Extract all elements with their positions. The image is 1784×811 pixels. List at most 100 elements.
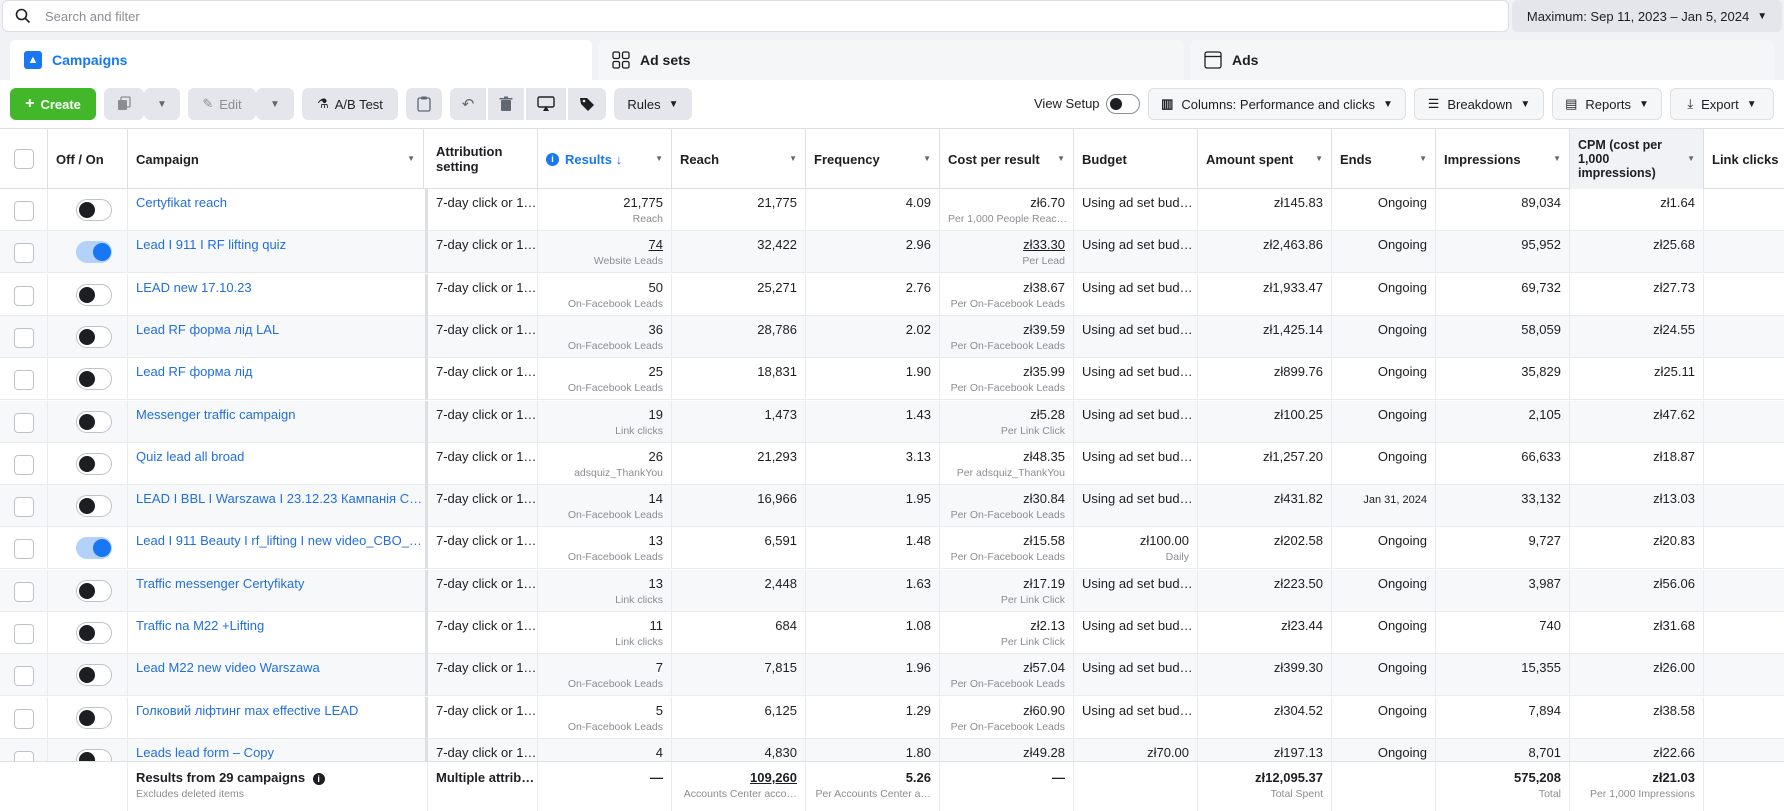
table-row[interactable]: Голковий ліфтинг max effective LEAD 7-day… <box>0 696 1784 739</box>
table-row[interactable]: Messenger traffic campaign 7-day click or… <box>0 400 1784 443</box>
budget-value: Using ad set bud… <box>1082 237 1193 253</box>
col-label: Frequency <box>814 151 880 167</box>
budget-cell: Using ad set bud… <box>1074 569 1198 612</box>
table-row[interactable]: Lead M22 new video Warszawa 7-day click o… <box>0 654 1784 697</box>
col-attribution[interactable]: Attribution setting <box>428 129 538 189</box>
campaign-name-link[interactable]: Messenger traffic campaign <box>136 407 295 422</box>
col-budget[interactable]: Budget <box>1074 129 1198 189</box>
campaign-toggle[interactable] <box>76 495 112 518</box>
row-checkbox[interactable] <box>14 243 34 264</box>
row-checkbox[interactable] <box>14 454 34 475</box>
reports-button[interactable]: ▤ Reports ▼ <box>1552 88 1662 120</box>
edit-dropdown-button[interactable]: ▼ <box>256 88 294 120</box>
ends-value: Ongoing <box>1377 237 1427 253</box>
col-amount-spent[interactable]: Amount spent ▼ <box>1198 129 1332 189</box>
edit-button[interactable]: ✎ Edit <box>188 88 256 120</box>
spent-value: zł202.58 <box>1273 533 1323 549</box>
row-checkbox[interactable] <box>14 539 34 560</box>
campaign-name-link[interactable]: Lead I 911 I RF lifting quiz <box>136 237 286 252</box>
duplicate-dropdown-button[interactable]: ▼ <box>144 88 180 120</box>
campaign-toggle[interactable] <box>76 706 112 729</box>
campaign-toggle[interactable] <box>76 664 112 687</box>
campaign-toggle[interactable] <box>76 622 112 644</box>
row-checkbox[interactable] <box>14 497 34 518</box>
col-frequency[interactable]: Frequency ▼ <box>806 129 940 189</box>
campaign-toggle[interactable] <box>76 283 112 306</box>
col-cost-per-result[interactable]: Cost per result ▼ <box>940 129 1074 189</box>
undo-button[interactable]: ↶ <box>450 88 486 120</box>
row-checkbox[interactable] <box>14 412 34 433</box>
select-all-checkbox[interactable] <box>14 149 34 169</box>
spent-cell: zł2,463.86 <box>1198 231 1332 274</box>
campaign-toggle[interactable] <box>76 410 112 433</box>
row-checkbox[interactable] <box>14 708 34 729</box>
row-checkbox[interactable] <box>14 624 34 644</box>
tag-button[interactable] <box>568 88 606 120</box>
campaign-name-link[interactable]: Lead RF форма лід <box>136 364 252 379</box>
table-row[interactable]: Lead RF форма лід 7-day click or 1… 25 On-F… <box>0 358 1784 401</box>
campaign-toggle[interactable] <box>76 537 112 560</box>
col-off-on[interactable]: Off / On <box>48 129 128 189</box>
campaign-name-link[interactable]: LEAD new 17.10.23 <box>136 280 252 295</box>
campaign-toggle[interactable] <box>76 452 112 475</box>
col-cpm[interactable]: CPM (cost per 1,000 impressions) ▼ <box>1570 129 1704 189</box>
table-row[interactable]: Lead I 911 I RF lifting quiz 7-day click … <box>0 231 1784 274</box>
budget-cell: Using ad set bud… <box>1074 696 1198 739</box>
table-row[interactable]: Lead I 911 Beauty I rf_lifting I new vid… <box>0 527 1784 570</box>
campaign-name-link[interactable]: Certyfikat reach <box>136 195 227 210</box>
cpr-value: zł60.90 <box>1023 702 1065 718</box>
preview-button[interactable] <box>526 88 566 120</box>
campaign-name-link[interactable]: Leads lead form – Copy <box>136 745 274 760</box>
row-checkbox[interactable] <box>14 370 34 391</box>
campaign-toggle[interactable] <box>76 325 112 348</box>
row-checkbox[interactable] <box>14 666 34 687</box>
campaign-name-link[interactable]: Traffic messenger Certyfikaty <box>136 576 304 591</box>
delete-button[interactable] <box>488 88 524 120</box>
row-checkbox[interactable] <box>14 327 34 348</box>
col-ends[interactable]: Ends ▼ <box>1332 129 1436 189</box>
ends-cell: Ongoing <box>1332 315 1436 358</box>
create-button[interactable]: + Create <box>10 88 96 120</box>
campaign-name-link[interactable]: Quiz lead all broad <box>136 449 244 464</box>
view-setup-toggle[interactable] <box>1106 94 1140 114</box>
table-row[interactable]: Quiz lead all broad 7-day click or 1… 26 ad… <box>0 442 1784 485</box>
campaign-name-link[interactable]: Lead I 911 Beauty I rf_lifting I new vid… <box>136 533 422 548</box>
campaign-toggle[interactable] <box>76 199 112 221</box>
campaign-name-link[interactable]: LEAD I BBL I Warszawa I 23.12.23 Кампані… <box>136 491 422 506</box>
campaign-toggle[interactable] <box>76 368 112 391</box>
breakdown-button[interactable]: ☰ Breakdown ▼ <box>1414 88 1544 120</box>
col-results[interactable]: i Results ↓ ▼ <box>538 129 672 189</box>
campaign-name-link[interactable]: Traffic na M22 +Lifting <box>136 618 264 633</box>
columns-button[interactable]: ▥ Columns: Performance and clicks ▼ <box>1148 88 1406 120</box>
tab-ads[interactable]: Ads <box>1190 40 1774 80</box>
campaign-name-link[interactable]: Lead M22 new video Warszawa <box>136 660 320 675</box>
row-checkbox[interactable] <box>14 285 34 306</box>
table-row[interactable]: Traffic messenger Certyfikaty 7-day click… <box>0 569 1784 612</box>
col-campaign[interactable]: Campaign ▼ <box>128 129 424 189</box>
link-clicks-cell <box>1704 654 1784 696</box>
search-input[interactable]: Search and filter <box>2 0 1509 32</box>
ab-test-button[interactable]: ⚗ A/B Test <box>302 88 398 120</box>
toggle-cell <box>48 527 128 570</box>
table-row[interactable]: LEAD I BBL I Warszawa I 23.12.23 Кампані… <box>0 485 1784 528</box>
date-range-picker[interactable]: Maximum: Sep 11, 2023 – Jan 5, 2024 ▼ <box>1512 0 1782 32</box>
campaign-name-link[interactable]: Lead RF форма лід LAL <box>136 322 279 337</box>
col-link-clicks[interactable]: Link clicks <box>1704 129 1784 189</box>
export-button[interactable]: ⤓ Export ▼ <box>1670 88 1774 120</box>
campaign-toggle[interactable] <box>76 579 112 602</box>
duplicate-button[interactable] <box>104 88 144 120</box>
table-row[interactable]: Lead RF форма лід LAL 7-day click or 1… 36… <box>0 315 1784 358</box>
row-checkbox[interactable] <box>14 201 34 221</box>
table-row[interactable]: Traffic na M22 +Lifting 7-day click or 1…… <box>0 612 1784 654</box>
campaign-toggle[interactable] <box>76 241 112 264</box>
tab-ad-sets[interactable]: Ad sets <box>598 40 1184 80</box>
clipboard-button[interactable] <box>406 88 442 120</box>
rules-button[interactable]: Rules ▼ <box>614 88 692 120</box>
col-impressions[interactable]: Impressions ▼ <box>1436 129 1570 189</box>
tab-campaigns[interactable]: ▲ Campaigns <box>10 40 592 80</box>
row-checkbox[interactable] <box>14 581 34 602</box>
table-row[interactable]: Certyfikat reach 7-day click or 1… 21,775 R… <box>0 189 1784 231</box>
col-reach[interactable]: Reach ▼ <box>672 129 806 189</box>
table-row[interactable]: LEAD new 17.10.23 7-day click or 1… 50 On-F… <box>0 273 1784 316</box>
campaign-name-link[interactable]: Голковий ліфтинг max effective LEAD <box>136 703 358 718</box>
